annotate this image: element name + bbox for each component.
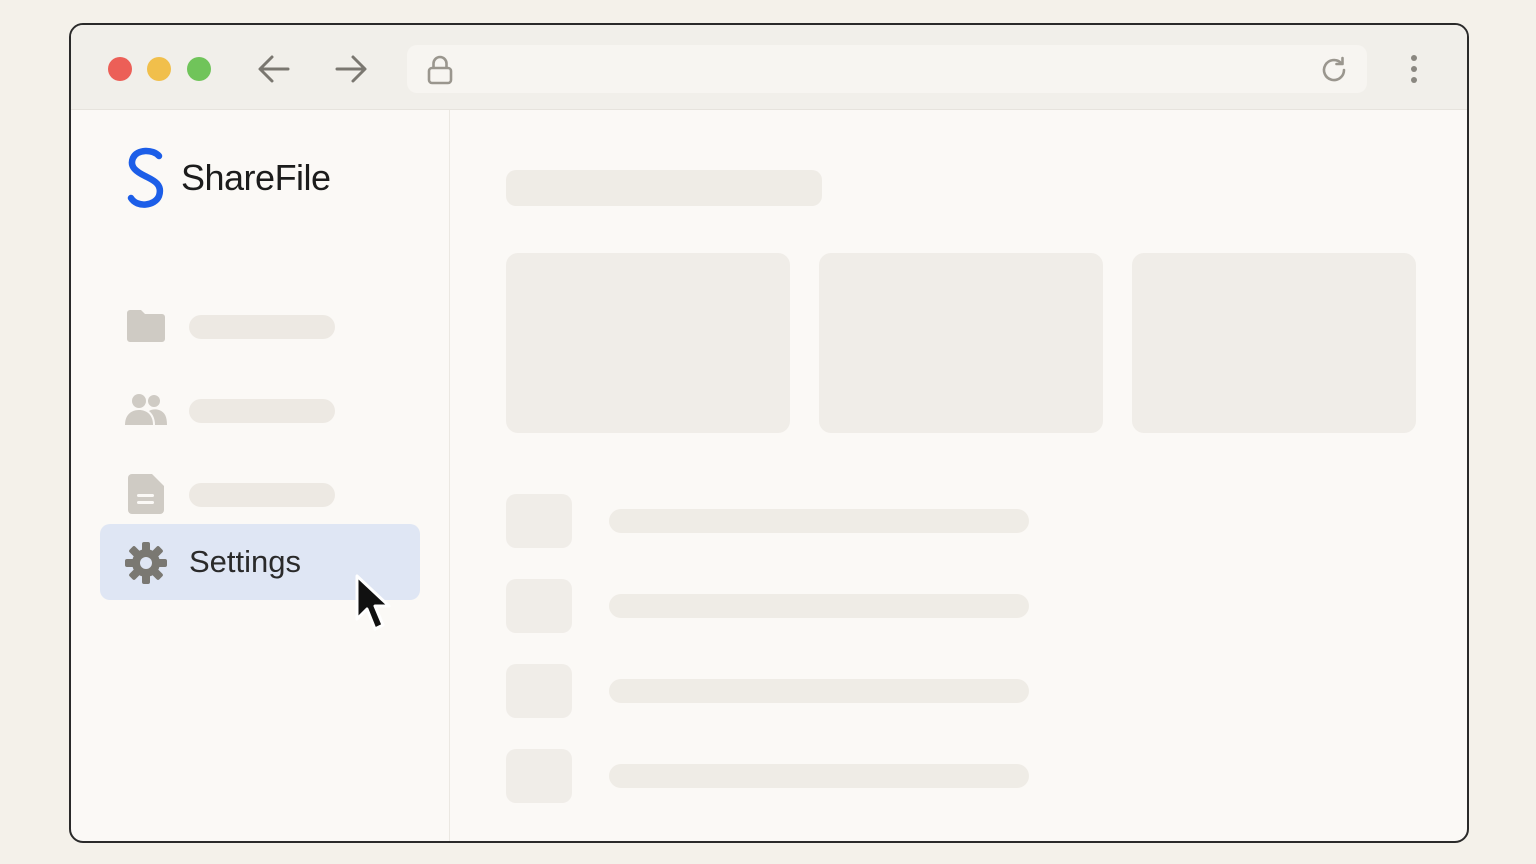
reload-icon[interactable] bbox=[1319, 55, 1349, 85]
main-content bbox=[450, 110, 1467, 841]
card-placeholder[interactable] bbox=[819, 253, 1103, 433]
sidebar: ShareFile Settings bbox=[71, 110, 450, 841]
gear-icon bbox=[125, 542, 167, 584]
address-bar[interactable] bbox=[407, 45, 1367, 93]
sidebar-item-settings[interactable]: Settings bbox=[100, 524, 420, 600]
close-window-button[interactable] bbox=[108, 57, 132, 81]
list-item-thumbnail-placeholder bbox=[506, 664, 572, 718]
sidebar-item-settings-label: Settings bbox=[189, 544, 302, 579]
forward-button[interactable] bbox=[331, 51, 371, 87]
sidebar-item-label-placeholder bbox=[189, 399, 335, 423]
browser-window: ShareFile Settings bbox=[69, 23, 1469, 843]
brand-name: ShareFile bbox=[181, 157, 331, 198]
sidebar-item-label-placeholder bbox=[189, 315, 335, 339]
users-icon bbox=[125, 389, 167, 431]
card-placeholder[interactable] bbox=[1132, 253, 1416, 433]
minimize-window-button[interactable] bbox=[147, 57, 171, 81]
card-placeholder[interactable] bbox=[506, 253, 790, 433]
sidebar-item-people[interactable] bbox=[100, 371, 420, 447]
browser-toolbar bbox=[71, 25, 1467, 110]
sidebar-item-files[interactable] bbox=[100, 287, 420, 363]
back-button[interactable] bbox=[254, 51, 294, 87]
sidebar-item-label-placeholder bbox=[189, 483, 335, 507]
list-item-thumbnail-placeholder bbox=[506, 579, 572, 633]
lock-icon bbox=[427, 55, 453, 85]
list-item-text-placeholder bbox=[609, 764, 1029, 788]
kebab-menu-icon[interactable] bbox=[1399, 51, 1429, 87]
brand[interactable]: ShareFile bbox=[123, 146, 331, 210]
list-item-text-placeholder bbox=[609, 509, 1029, 533]
arrow-left-icon bbox=[258, 55, 290, 83]
maximize-window-button[interactable] bbox=[187, 57, 211, 81]
list-item-text-placeholder bbox=[609, 594, 1029, 618]
folder-icon bbox=[125, 305, 167, 347]
list-item-text-placeholder bbox=[609, 679, 1029, 703]
sharefile-logo-icon bbox=[127, 147, 164, 208]
page-title-placeholder bbox=[506, 170, 822, 206]
list-item-thumbnail-placeholder bbox=[506, 494, 572, 548]
sidebar-item-documents[interactable] bbox=[100, 455, 420, 531]
list-item-thumbnail-placeholder bbox=[506, 749, 572, 803]
arrow-right-icon bbox=[335, 55, 367, 83]
document-icon bbox=[125, 473, 167, 515]
